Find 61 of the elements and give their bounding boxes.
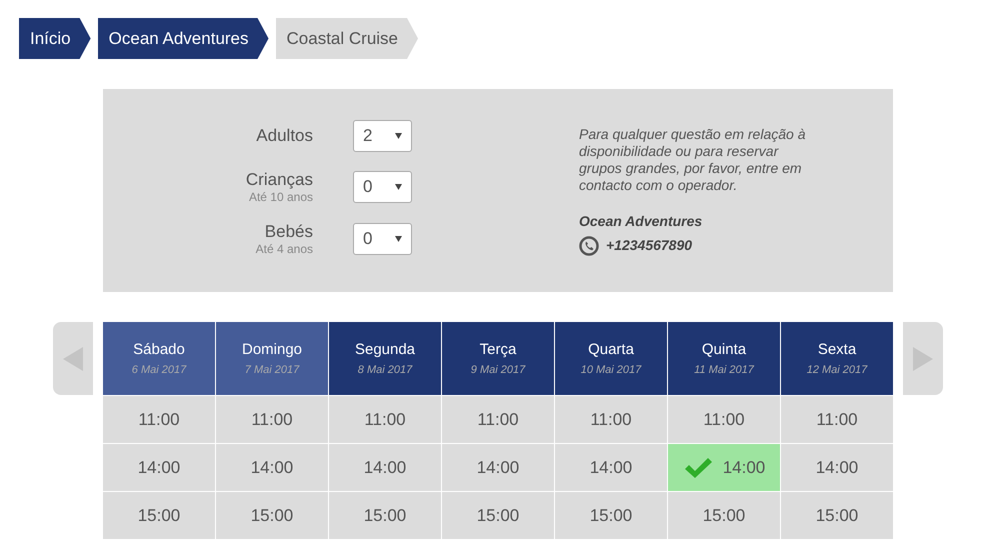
breadcrumb-item[interactable]: Ocean Adventures xyxy=(98,18,269,59)
select-value: 2 xyxy=(363,125,372,148)
time-slot[interactable]: 15:00 xyxy=(781,492,893,539)
next-button[interactable] xyxy=(903,322,943,395)
day-date: 9 Mai 2017 xyxy=(470,362,526,378)
time-slot[interactable]: 11:00 xyxy=(668,396,780,443)
day-date: 8 Mai 2017 xyxy=(358,362,412,378)
day-date: 12 Mai 2017 xyxy=(806,362,868,378)
caret-icon xyxy=(395,133,402,139)
caret-icon xyxy=(395,236,402,242)
day-date: 6 Mai 2017 xyxy=(132,362,186,378)
time-slot[interactable]: 15:00 xyxy=(103,492,215,539)
time-slot[interactable]: 14:00 xyxy=(668,444,780,491)
time-slot[interactable]: 15:00 xyxy=(442,492,554,539)
previous-button[interactable] xyxy=(53,322,93,395)
time-slot[interactable]: 11:00 xyxy=(781,396,893,443)
phone-icon xyxy=(579,236,599,256)
day-date: 10 Mai 2017 xyxy=(580,362,642,378)
guest-label: Bebés xyxy=(264,222,313,242)
count-select[interactable]: 0 xyxy=(353,171,412,203)
time-slot[interactable]: 14:00 xyxy=(216,444,328,491)
guest-label: Crianças xyxy=(246,170,313,190)
day-date: 7 Mai 2017 xyxy=(244,362,300,378)
count-select[interactable]: 2 xyxy=(353,120,412,152)
time-slot[interactable]: 15:00 xyxy=(555,492,667,539)
count-select[interactable]: 0 xyxy=(353,223,412,255)
breadcrumb-item[interactable]: Início xyxy=(19,18,91,59)
time-slot[interactable]: 11:00 xyxy=(555,396,667,443)
phone-number: +1234567890 xyxy=(606,236,692,255)
time-slot[interactable]: 14:00 xyxy=(781,444,893,491)
select-value: 0 xyxy=(363,228,372,250)
day-name: Quinta xyxy=(702,340,746,360)
select-value: 0 xyxy=(363,176,372,198)
time-slot[interactable]: 15:00 xyxy=(329,492,441,539)
time-slot[interactable]: 14:00 xyxy=(329,444,441,491)
day-name: Quarta xyxy=(588,340,634,360)
time-slot[interactable]: 11:00 xyxy=(329,396,441,443)
time-slot[interactable]: 14:00 xyxy=(103,444,215,491)
caret-icon xyxy=(395,184,402,190)
time-slot[interactable]: 11:00 xyxy=(216,396,328,443)
day-name: Domingo xyxy=(242,340,302,360)
time-slot[interactable]: 15:00 xyxy=(668,492,780,539)
right-arrow-icon xyxy=(913,346,933,370)
day-date: 11 Mai 2017 xyxy=(694,362,754,378)
day-name: Segunda xyxy=(354,340,416,360)
time-slot[interactable]: 11:00 xyxy=(103,396,215,443)
time-slot[interactable]: 15:00 xyxy=(216,492,328,539)
check-icon xyxy=(682,456,713,480)
info-text: Para qualquer questão em relação à disponibilidade ou para reservar grupos grandes, por favor, entre em contacto com o operador. xyxy=(579,126,806,194)
breadcrumb-item[interactable]: Coastal Cruise xyxy=(276,18,418,59)
time-slot[interactable]: 11:00 xyxy=(442,396,554,443)
age-note: Até 4 anos xyxy=(256,242,313,256)
time-slot[interactable]: 14:00 xyxy=(442,444,554,491)
guest-label: Adultos xyxy=(256,126,313,146)
day-name: Sexta xyxy=(818,340,856,360)
operator-name: Ocean Adventures xyxy=(579,212,704,231)
day-name: Terça xyxy=(480,340,516,360)
day-name: Sábado xyxy=(133,340,185,360)
time-slot[interactable]: 14:00 xyxy=(555,444,667,491)
age-note: Até 10 anos xyxy=(248,190,313,204)
left-arrow-icon xyxy=(63,346,83,370)
